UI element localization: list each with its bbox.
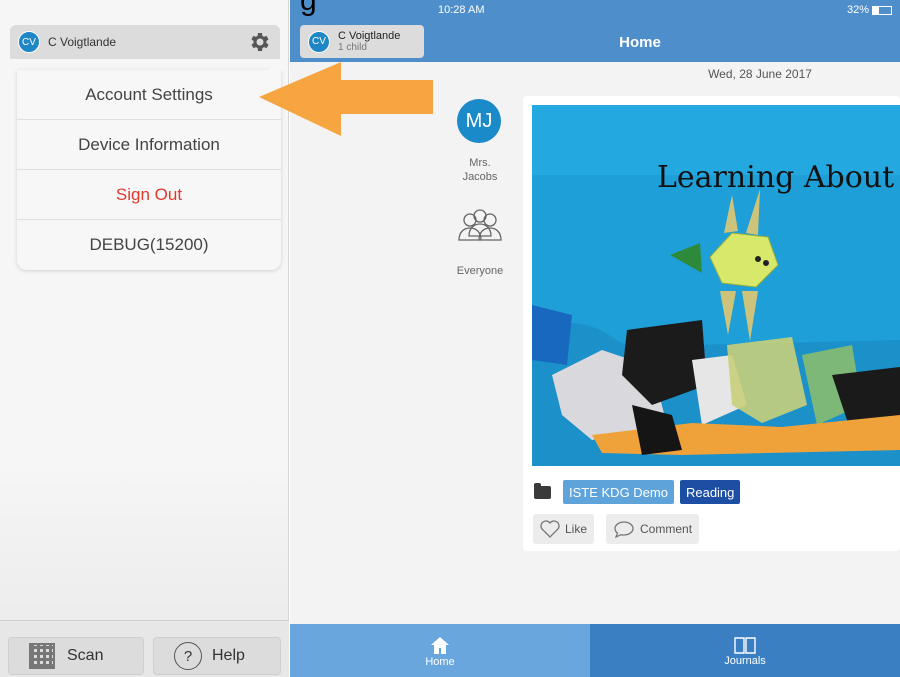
menu-item-account-settings[interactable]: Account Settings [17,70,281,120]
help-label: Help [212,647,245,664]
user-avatar: CV [18,31,40,53]
audience-label: Everyone [456,265,504,277]
post-card[interactable]: Learning About ISTE KDG Demo Reading Lik… [523,96,900,551]
sidebar: CV C Voigtlande Account Settings Device … [0,0,289,677]
status-time: 10:28 AM [438,4,485,16]
tab-home-label: Home [425,655,455,668]
menu-item-device-information[interactable]: Device Information [17,120,281,170]
user-name: C Voigtlande [48,35,117,49]
teacher-name-line2: Jacobs [462,171,498,183]
like-button[interactable]: Like [533,514,595,544]
like-label: Like [565,522,588,536]
top-header: 10:28 AM 32% CV C Voigtlande 1 child Hom… [290,0,900,62]
people-icon [458,209,502,241]
comment-icon [614,521,634,538]
tag-category[interactable]: Reading [679,480,741,504]
feed-date: Wed, 28 June 2017 [708,67,812,81]
battery-percent: 32% [846,4,869,16]
heart-icon [540,520,560,538]
comment-label: Comment [640,522,693,536]
bottom-tabbar: Home Journals [290,624,900,677]
teacher-name: Mrs. Jacobs [450,156,510,184]
teacher-name-line1: Mrs. [469,157,491,169]
help-icon: ? [174,642,202,670]
book-icon [734,636,756,654]
tag-journal[interactable]: ISTE KDG Demo [563,480,674,504]
comment-button[interactable]: Comment [606,514,700,544]
tab-journals[interactable]: Journals [590,624,900,677]
sidebar-bottom-bar: Scan ? Help [0,620,289,677]
menu-item-debug[interactable]: DEBUG(15200) [17,220,281,270]
page-title: Home [619,34,661,51]
scan-button[interactable]: Scan [8,637,144,675]
photo-handwriting: Learning About [657,160,894,195]
tab-journals-label: Journals [724,654,766,667]
post-photo[interactable]: Learning About [532,105,900,466]
battery-icon [872,5,892,15]
folder-icon [534,482,551,499]
help-button[interactable]: ? Help [153,637,281,675]
post-tags: ISTE KDG Demo Reading [534,480,741,504]
battery-indicator: 32% [847,4,892,16]
home-icon [431,636,449,654]
settings-menu: Account Settings Device Information Sign… [17,60,289,270]
menu-item-sign-out[interactable]: Sign Out [17,170,281,220]
qr-code-icon [29,643,55,669]
tab-home[interactable]: Home [290,624,590,677]
teacher-avatar[interactable]: MJ [457,99,501,143]
scan-label: Scan [67,647,104,664]
post-actions: Like Comment [533,514,700,544]
cropped-heading-text: g [300,0,317,17]
annotation-arrow [259,62,433,136]
